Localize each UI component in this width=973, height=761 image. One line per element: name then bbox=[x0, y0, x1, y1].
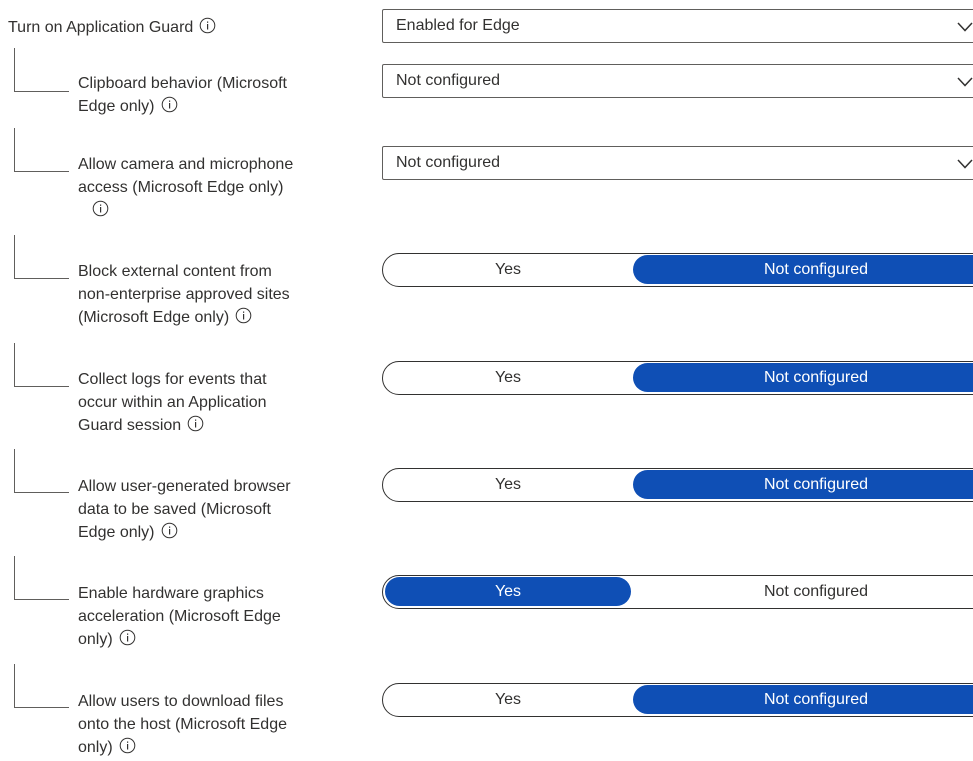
setting-label-text: data to be saved (Microsoft bbox=[78, 501, 271, 518]
toggle-option-not-configured[interactable]: Not configured bbox=[633, 363, 973, 392]
setting-label-text: Enable hardware graphics bbox=[78, 585, 264, 602]
setting-toggle: Yes Not configured bbox=[382, 683, 973, 717]
setting-label-line: Guard session bbox=[78, 414, 267, 439]
setting-label-line: Enable hardware graphics bbox=[78, 582, 281, 605]
tree-connector bbox=[14, 556, 69, 600]
setting-toggle: Yes Not configured bbox=[382, 361, 973, 395]
toggle-option-not-configured[interactable]: Not configured bbox=[633, 577, 973, 606]
toggle-option-not-configured[interactable]: Not configured bbox=[633, 685, 973, 714]
setting-label-text: (Microsoft Edge only) bbox=[78, 309, 230, 326]
setting-dropdown[interactable]: Not configured bbox=[382, 146, 973, 180]
setting-label-text: Allow user-generated browser bbox=[78, 478, 291, 495]
setting-label: Turn on Application Guard bbox=[8, 16, 216, 41]
tree-connector bbox=[14, 48, 69, 92]
setting-label-text: Block external content from bbox=[78, 263, 272, 280]
toggle-option-yes[interactable]: Yes bbox=[385, 685, 631, 714]
setting-label-text: Allow camera and microphone bbox=[78, 156, 294, 173]
setting-toggle: Yes Not configured bbox=[382, 468, 973, 502]
dropdown-value: Enabled for Edge bbox=[396, 17, 520, 34]
toggle-option-yes[interactable]: Yes bbox=[385, 363, 631, 392]
setting-label-line: non-enterprise approved sites bbox=[78, 283, 290, 306]
chevron-down-icon bbox=[957, 20, 973, 38]
setting-label-text: non-enterprise approved sites bbox=[78, 286, 290, 303]
setting-label-text: only) bbox=[78, 631, 113, 648]
setting-label-line: Edge only) bbox=[78, 95, 287, 120]
setting-label-line: Allow users to download files bbox=[78, 690, 287, 713]
setting-label: Allow users to download files onto the ho… bbox=[78, 690, 287, 761]
setting-label-text: Collect logs for events that bbox=[78, 371, 267, 388]
setting-label: Allow camera and microphone access (Micro… bbox=[78, 153, 293, 224]
application-guard-dropdown[interactable]: Enabled for Edge bbox=[382, 9, 973, 43]
dropdown-value: Not configured bbox=[396, 72, 501, 89]
setting-label-text: Turn on Application Guard bbox=[8, 19, 194, 36]
tree-connector bbox=[14, 128, 69, 172]
setting-label-text: acceleration (Microsoft Edge bbox=[78, 608, 281, 625]
setting-label-line: (Microsoft Edge only) bbox=[78, 306, 290, 331]
info-icon[interactable] bbox=[187, 415, 204, 439]
setting-label-line: Allow user-generated browser bbox=[78, 475, 291, 498]
dropdown-value: Not configured bbox=[396, 154, 501, 171]
setting-label-line: Collect logs for events that bbox=[78, 368, 267, 391]
setting-label-line: Clipboard behavior (Microsoft bbox=[78, 72, 287, 95]
info-icon[interactable] bbox=[199, 17, 216, 41]
setting-label-text: Edge only) bbox=[78, 524, 155, 541]
chevron-down-icon bbox=[957, 157, 973, 175]
setting-label-line: Block external content from bbox=[78, 260, 290, 283]
info-icon[interactable] bbox=[119, 629, 136, 653]
setting-label-text: Guard session bbox=[78, 417, 182, 434]
setting-label-text: only) bbox=[78, 739, 113, 756]
setting-label-text: Allow users to download files bbox=[78, 693, 284, 710]
setting-label-line: only) bbox=[78, 628, 281, 653]
setting-toggle: Yes Not configured bbox=[382, 253, 973, 287]
setting-label-line bbox=[78, 199, 293, 224]
toggle-option-yes[interactable]: Yes bbox=[385, 255, 631, 284]
toggle-option-not-configured[interactable]: Not configured bbox=[633, 255, 973, 284]
toggle-option-yes[interactable]: Yes bbox=[385, 470, 631, 499]
setting-label-line: Edge only) bbox=[78, 521, 291, 546]
info-icon[interactable] bbox=[161, 522, 178, 546]
info-icon[interactable] bbox=[161, 96, 178, 120]
tree-connector bbox=[14, 449, 69, 493]
setting-label: Allow user-generated browser data to be s… bbox=[78, 475, 291, 546]
setting-label-text: Edge only) bbox=[78, 98, 155, 115]
info-icon[interactable] bbox=[92, 200, 109, 224]
info-icon[interactable] bbox=[235, 307, 252, 331]
setting-label-line: occur within an Application bbox=[78, 391, 267, 414]
tree-connector bbox=[14, 664, 69, 708]
chevron-down-icon bbox=[957, 75, 973, 93]
tree-connector bbox=[14, 235, 69, 279]
setting-dropdown[interactable]: Not configured bbox=[382, 64, 973, 98]
info-icon[interactable] bbox=[119, 737, 136, 761]
setting-label-line: acceleration (Microsoft Edge bbox=[78, 605, 281, 628]
setting-label-line: onto the host (Microsoft Edge bbox=[78, 713, 287, 736]
setting-label-text: occur within an Application bbox=[78, 394, 267, 411]
setting-label-line: data to be saved (Microsoft bbox=[78, 498, 291, 521]
toggle-option-yes[interactable]: Yes bbox=[385, 577, 631, 606]
setting-label: Block external content from non-enterpris… bbox=[78, 260, 290, 331]
setting-label-line: access (Microsoft Edge only) bbox=[78, 176, 293, 199]
tree-connector bbox=[14, 343, 69, 387]
setting-label-text: access (Microsoft Edge only) bbox=[78, 179, 284, 196]
setting-label-line: only) bbox=[78, 736, 287, 761]
setting-label: Enable hardware graphics acceleration (Mi… bbox=[78, 582, 281, 653]
setting-toggle: Yes Not configured bbox=[382, 575, 973, 609]
toggle-option-not-configured[interactable]: Not configured bbox=[633, 470, 973, 499]
setting-label-text: onto the host (Microsoft Edge bbox=[78, 716, 287, 733]
setting-label: Collect logs for events that occur within… bbox=[78, 368, 267, 439]
setting-label-text: Clipboard behavior (Microsoft bbox=[78, 75, 287, 92]
setting-label-line: Allow camera and microphone bbox=[78, 153, 293, 176]
setting-label: Clipboard behavior (Microsoft Edge only) bbox=[78, 72, 287, 120]
